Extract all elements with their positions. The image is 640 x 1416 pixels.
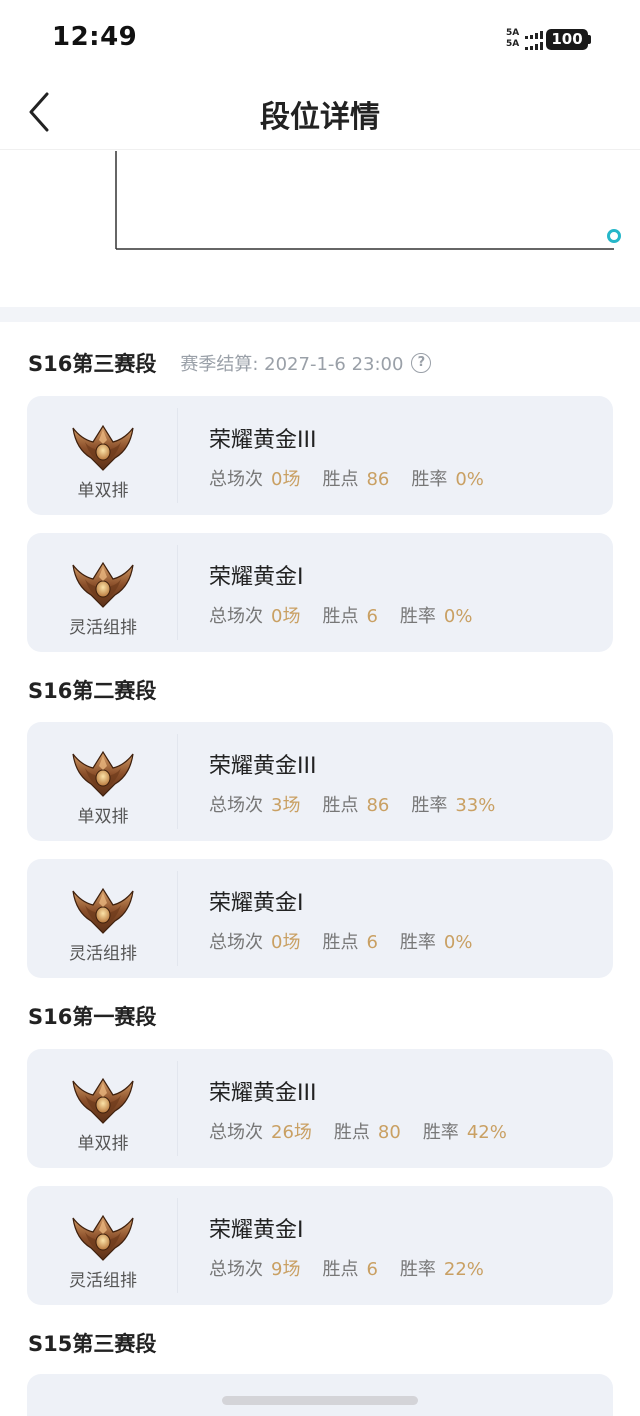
- rank-card-partial[interactable]: [27, 1374, 613, 1416]
- lp-label: 胜点: [322, 469, 359, 490]
- home-indicator[interactable]: [222, 1396, 418, 1405]
- rank-card[interactable]: 灵活组排 荣耀黄金I 总场次 0场 胜点 6 胜率 0%: [27, 859, 613, 978]
- winrate-label: 胜率: [399, 932, 436, 953]
- card-divider: [177, 408, 178, 503]
- season-title: S16第一赛段: [28, 1005, 157, 1029]
- games-label: 总场次: [209, 606, 263, 627]
- gold-rank-emblem-icon: [72, 751, 134, 797]
- lp-label: 胜点: [322, 1259, 359, 1280]
- winrate-value: 0%: [455, 469, 484, 490]
- tier-name: 荣耀黄金I: [209, 565, 304, 590]
- signal-indicator: 5A 5A: [506, 28, 543, 51]
- queue-label: 单双排: [77, 1134, 129, 1154]
- lp-label: 胜点: [322, 932, 359, 953]
- games-label: 总场次: [209, 1259, 263, 1280]
- signal-label-1: 5A: [506, 28, 520, 38]
- games-value: 9场: [271, 1259, 301, 1280]
- games-value: 0场: [271, 606, 301, 627]
- tier-name: 荣耀黄金I: [209, 891, 304, 916]
- gold-rank-emblem-icon: [72, 1078, 134, 1124]
- games-value: 0场: [271, 932, 301, 953]
- lp-value: 80: [377, 1122, 401, 1143]
- gold-rank-emblem-icon: [72, 1215, 134, 1261]
- card-divider: [177, 1061, 178, 1156]
- rank-stats: 总场次 26场 胜点 80 胜率 42%: [209, 1118, 507, 1144]
- tier-name: 荣耀黄金III: [209, 428, 317, 453]
- games-label: 总场次: [209, 795, 263, 816]
- winrate-label: 胜率: [422, 1122, 459, 1143]
- lp-value: 86: [366, 469, 390, 490]
- winrate-value: 22%: [443, 1259, 484, 1280]
- gold-rank-emblem-icon: [72, 888, 134, 934]
- season-settlement-date: 赛季结算: 2027-1-6 23:00: [180, 354, 404, 375]
- rank-card[interactable]: 灵活组排 荣耀黄金I 总场次 9场 胜点 6 胜率 22%: [27, 1186, 613, 1305]
- rank-stats: 总场次 3场 胜点 86 胜率 33%: [209, 791, 495, 817]
- games-label: 总场次: [209, 469, 263, 490]
- rank-stats: 总场次 9场 胜点 6 胜率 22%: [209, 1255, 484, 1281]
- games-value: 0场: [271, 469, 301, 490]
- lp-label: 胜点: [333, 1122, 370, 1143]
- nav-bar: 段位详情: [0, 78, 640, 150]
- lp-label: 胜点: [322, 795, 359, 816]
- winrate-value: 0%: [443, 606, 473, 627]
- card-divider: [177, 734, 178, 829]
- rank-card[interactable]: 灵活组排 荣耀黄金I 总场次 0场 胜点 6 胜率 0%: [27, 533, 613, 652]
- season-header: S16第三赛段 赛季结算: 2027-1-6 23:00 ?: [28, 348, 432, 378]
- lp-value: 6: [366, 1259, 378, 1280]
- queue-label: 灵活组排: [69, 1271, 137, 1291]
- lp-value: 6: [366, 606, 378, 627]
- chart-svg: [115, 151, 621, 250]
- season-header: S16第二赛段: [28, 675, 156, 705]
- queue-label: 灵活组排: [69, 944, 137, 964]
- games-value: 26场: [271, 1122, 312, 1143]
- rank-stats: 总场次 0场 胜点 6 胜率 0%: [209, 602, 472, 628]
- status-bar: 12:49 5A 5A 100: [0, 0, 640, 78]
- season-header: S16第一赛段: [28, 1001, 156, 1031]
- games-label: 总场次: [209, 932, 263, 953]
- tier-name: 荣耀黄金III: [209, 1081, 317, 1106]
- battery-indicator: 100: [546, 29, 588, 50]
- page-title: 段位详情: [260, 100, 380, 135]
- winrate-value: 42%: [466, 1122, 507, 1143]
- section-divider: [0, 307, 640, 322]
- card-divider: [177, 871, 178, 966]
- rank-card[interactable]: 单双排 荣耀黄金III 总场次 0场 胜点 86 胜率 0%: [27, 396, 613, 515]
- help-icon[interactable]: ?: [411, 353, 432, 373]
- status-time: 12:49: [52, 22, 138, 52]
- lp-label: 胜点: [322, 606, 359, 627]
- rank-card[interactable]: 单双排 荣耀黄金III 总场次 26场 胜点 80 胜率 42%: [27, 1049, 613, 1168]
- queue-label: 灵活组排: [69, 618, 137, 638]
- tier-name: 荣耀黄金III: [209, 754, 317, 779]
- games-value: 3场: [271, 795, 301, 816]
- winrate-label: 胜率: [411, 795, 448, 816]
- card-divider: [177, 545, 178, 640]
- season-title: S15第三赛段: [28, 1332, 157, 1356]
- rank-trend-chart: [0, 151, 640, 307]
- rank-stats: 总场次 0场 胜点 6 胜率 0%: [209, 928, 472, 954]
- signal-label-2: 5A: [506, 39, 520, 49]
- card-divider: [177, 1198, 178, 1293]
- gold-rank-emblem-icon: [72, 562, 134, 608]
- gold-rank-emblem-icon: [72, 425, 134, 471]
- games-label: 总场次: [209, 1122, 263, 1143]
- queue-label: 单双排: [77, 807, 129, 827]
- battery-tip: [588, 35, 591, 44]
- chart-data-point: [607, 229, 621, 243]
- lp-value: 86: [366, 795, 390, 816]
- tier-name: 荣耀黄金I: [209, 1218, 304, 1243]
- winrate-label: 胜率: [411, 469, 448, 490]
- rank-card[interactable]: 单双排 荣耀黄金III 总场次 3场 胜点 86 胜率 33%: [27, 722, 613, 841]
- winrate-value: 33%: [455, 795, 496, 816]
- season-header: S15第三赛段: [28, 1328, 156, 1358]
- lp-value: 6: [366, 932, 378, 953]
- season-title: S16第二赛段: [28, 679, 157, 703]
- winrate-value: 0%: [443, 932, 473, 953]
- season-title: S16第三赛段: [28, 352, 157, 376]
- rank-stats: 总场次 0场 胜点 86 胜率 0%: [209, 465, 484, 491]
- queue-label: 单双排: [77, 481, 129, 501]
- winrate-label: 胜率: [399, 606, 436, 627]
- winrate-label: 胜率: [399, 1259, 436, 1280]
